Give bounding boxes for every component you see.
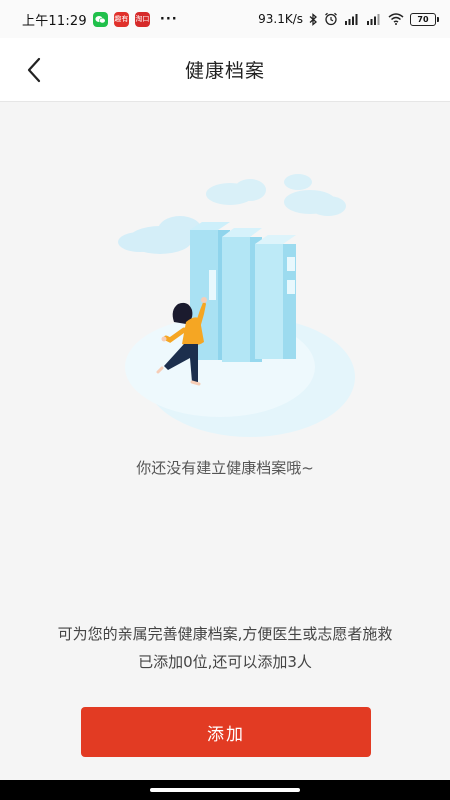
signal-1-icon — [344, 13, 360, 25]
bluetooth-icon — [309, 12, 318, 26]
empty-state-message: 你还没有建立健康档案哦~ — [136, 459, 314, 477]
wifi-icon — [388, 13, 404, 25]
status-bar-right: 93.1K/s 70 — [258, 12, 439, 26]
back-button[interactable] — [16, 52, 52, 88]
status-time: 上午11:29 — [22, 13, 87, 29]
empty-state-illustration — [118, 174, 355, 437]
wechat-icon — [92, 11, 108, 27]
page-title: 健康档案 — [184, 60, 265, 82]
alarm-icon — [324, 12, 338, 26]
app-red-2-icon: 淘口 — [134, 11, 150, 27]
status-bar: 上午11:29 趣有 淘口 ··· 93.1K/s 70 — [0, 0, 450, 38]
home-indicator[interactable] — [150, 788, 300, 792]
battery-icon: 70 — [410, 12, 439, 26]
add-button[interactable]: 添加 — [81, 707, 371, 757]
cloud-shape — [118, 216, 202, 254]
system-nav-bar — [0, 780, 450, 800]
signal-2-icon — [366, 13, 382, 25]
files-shape — [190, 222, 296, 362]
app-red-icon: 趣有 — [113, 11, 129, 27]
status-bar-left: 上午11:29 趣有 淘口 ··· — [22, 10, 178, 29]
info-count: 已添加0位,还可以添加3人 — [138, 653, 312, 671]
chevron-left-icon — [27, 57, 41, 83]
info-block: 可为您的亲属完善健康档案,方便医生或志愿者施救 已添加0位,还可以添加3人 — [0, 620, 450, 676]
network-speed: 93.1K/s — [258, 12, 303, 26]
nav-header: 健康档案 — [0, 38, 450, 102]
info-description: 可为您的亲属完善健康档案,方便医生或志愿者施救 — [57, 625, 393, 643]
more-notifications-icon: ··· — [159, 11, 178, 27]
